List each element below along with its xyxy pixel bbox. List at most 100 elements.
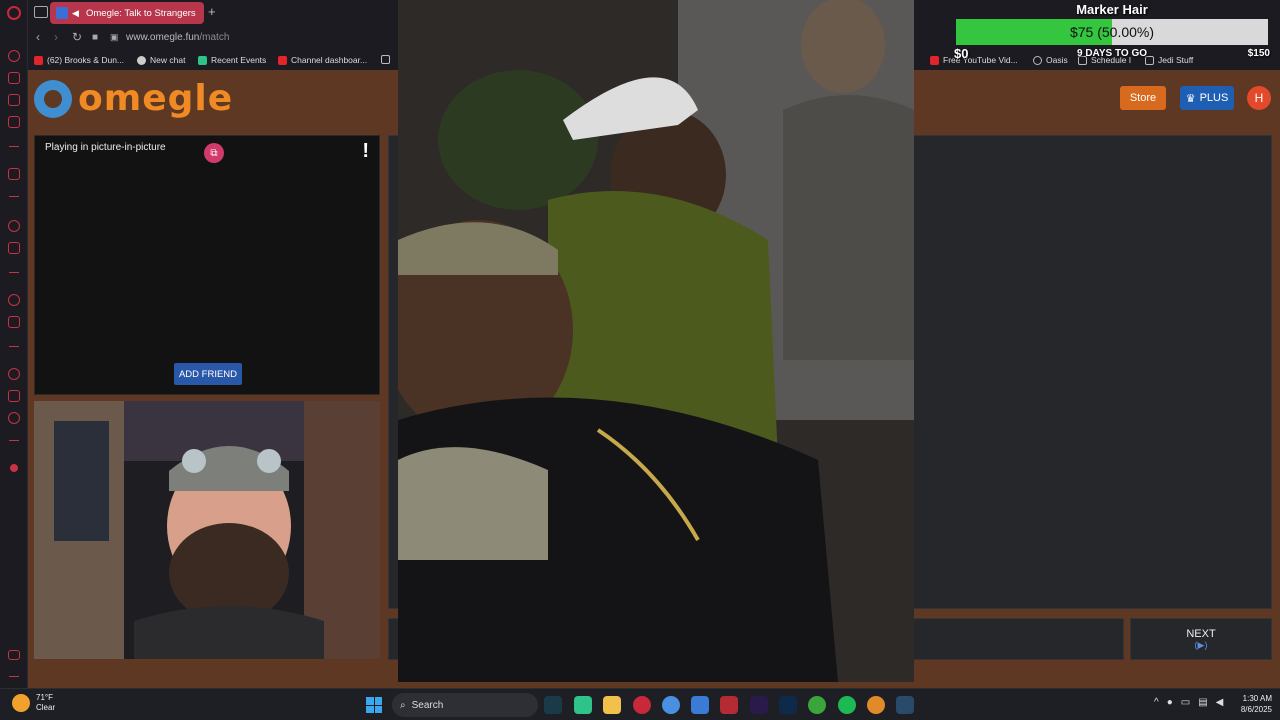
messenger-icon[interactable]	[8, 94, 20, 106]
settings-icon[interactable]	[8, 412, 20, 424]
sidebar-divider	[9, 440, 19, 441]
bookmark-label: New chat	[150, 55, 186, 65]
more-icon[interactable]	[9, 676, 19, 677]
gx-icon[interactable]	[8, 650, 20, 660]
chrome-icon[interactable]	[662, 696, 680, 714]
steam-icon[interactable]	[896, 696, 914, 714]
pip-status-label: Playing in picture-in-picture	[45, 142, 166, 153]
bookmark-item[interactable]: (62) Brooks & Dun...	[34, 55, 124, 65]
system-tray: ^ ● ▭ ▤ ◀	[1154, 697, 1223, 708]
next-label: NEXT	[1186, 627, 1216, 640]
clock-date: 8/6/2025	[1240, 705, 1272, 714]
extensions-icon[interactable]	[8, 390, 20, 402]
sidebar-divider	[9, 272, 19, 273]
speaker-icon[interactable]: ◀	[72, 8, 82, 18]
aria-icon[interactable]	[8, 168, 20, 180]
volume-icon[interactable]: ◀	[1216, 697, 1224, 708]
url-host: www.omegle.fun	[126, 32, 200, 43]
discord-icon[interactable]	[867, 696, 885, 714]
lock-icon: ▣	[110, 32, 119, 42]
reload-icon[interactable]: ↻	[72, 30, 82, 44]
microphone-icon[interactable]: ●	[1167, 697, 1173, 708]
refresh-icon[interactable]	[8, 50, 20, 62]
spotify-icon[interactable]	[838, 696, 856, 714]
sidebar-divider	[9, 346, 19, 347]
x-twitter-icon[interactable]	[8, 242, 20, 254]
crown-icon: ♛	[1185, 92, 1196, 105]
chevron-up-icon[interactable]: ^	[1154, 697, 1159, 708]
search-icon: ⌕	[400, 699, 406, 711]
bag-icon[interactable]	[8, 72, 20, 84]
weather-icon	[12, 694, 30, 712]
goal-title: Marker Hair	[1076, 2, 1148, 17]
bookmark-item[interactable]: Recent Events	[198, 55, 266, 65]
report-icon[interactable]: !	[362, 140, 369, 163]
plus-button[interactable]: ♛ PLUS	[1180, 86, 1234, 110]
whatsapp-icon[interactable]	[8, 220, 20, 232]
goal-days-label: 9 DAYS TO GO	[1076, 48, 1148, 59]
forward-icon[interactable]: ›	[54, 30, 58, 44]
opera-gx-icon[interactable]	[633, 696, 651, 714]
taskbar-clock[interactable]: 1:30 AM 8/6/2025	[1232, 693, 1272, 715]
photoshop-icon[interactable]	[779, 696, 797, 714]
player-icon[interactable]	[8, 294, 20, 306]
mail-icon[interactable]	[8, 116, 20, 128]
clock-time: 1:30 AM	[1242, 694, 1272, 703]
file-explorer-icon[interactable]	[603, 696, 621, 714]
windows-start-icon[interactable]	[366, 697, 382, 713]
omegle-favicon-icon	[56, 7, 68, 19]
monitor-icon[interactable]: ▭	[1181, 697, 1190, 708]
bookmark-item[interactable]: New chat	[137, 55, 185, 65]
sidebar-divider	[9, 146, 19, 147]
next-shortcut-hint: (▶)	[1194, 639, 1208, 650]
streamlabs-icon[interactable]	[574, 696, 592, 714]
sidebar-divider	[9, 196, 19, 197]
logo-text: omegle	[78, 78, 234, 119]
bookmark-label: Channel dashboar...	[291, 55, 368, 65]
bookmark-item[interactable]: Channel dashboar...	[278, 55, 367, 65]
new-tab-icon[interactable]: +	[208, 4, 216, 19]
camera-icon[interactable]: ■	[92, 32, 98, 43]
self-camera-image	[34, 401, 380, 659]
opera-logo-icon[interactable]	[7, 6, 21, 20]
tab-menu-icon[interactable]	[34, 6, 48, 18]
goal-progress-track: $75 (50.00%)	[956, 19, 1268, 45]
windows-taskbar: 71°F Clear ⌕ Search ^ ● ▭ ▤ ◀ 1:30 AM 8/…	[0, 688, 1280, 720]
opera-sidebar	[0, 0, 28, 688]
avatar[interactable]: H	[1247, 86, 1271, 110]
history-icon[interactable]	[8, 368, 20, 380]
bookmark-item[interactable]	[381, 55, 390, 64]
photos-icon[interactable]	[691, 696, 709, 714]
bookmark-label: (62) Brooks & Dun...	[47, 55, 125, 65]
record-icon[interactable]	[10, 464, 18, 472]
pip-video-window[interactable]	[398, 0, 914, 682]
next-button[interactable]: NEXT (▶)	[1130, 618, 1272, 660]
weather-widget[interactable]: 71°F Clear	[12, 693, 55, 713]
back-icon[interactable]: ‹	[36, 30, 40, 44]
add-friend-button[interactable]: ADD FRIEND	[174, 363, 242, 385]
pip-toggle-icon[interactable]: ⧉	[204, 143, 224, 163]
send-icon[interactable]	[8, 316, 20, 328]
url-field[interactable]: www.omegle.fun/match	[126, 32, 229, 43]
store-button[interactable]: Store	[1120, 86, 1166, 110]
donation-goal-widget: Marker Hair $75 (50.00%) $0 9 DAYS TO GO…	[954, 0, 1270, 66]
youtube-icon	[278, 55, 287, 65]
self-camera-feed	[34, 401, 380, 659]
taskbar-search[interactable]: ⌕ Search	[392, 693, 538, 717]
xbox-icon[interactable]	[808, 696, 826, 714]
omegle-bubble-icon	[34, 79, 72, 118]
weather-condition: Clear	[36, 703, 56, 712]
premiere-icon[interactable]	[750, 696, 768, 714]
search-placeholder: Search	[411, 699, 444, 711]
weather-temperature: 71°F	[36, 693, 53, 702]
stranger-video-image	[398, 0, 914, 682]
tab-omegle[interactable]: ◀ Omegle: Talk to Strangers	[50, 2, 204, 24]
folder-icon	[381, 55, 390, 64]
url-path: /match	[199, 32, 230, 43]
network-icon[interactable]: ▤	[1198, 697, 1207, 708]
omegle-logo[interactable]: omegle	[34, 78, 233, 119]
audition-icon[interactable]	[544, 696, 562, 714]
tab-title: Omegle: Talk to Strangers	[86, 7, 196, 19]
app-icon[interactable]	[720, 696, 738, 714]
streamlabs-icon	[198, 55, 207, 65]
